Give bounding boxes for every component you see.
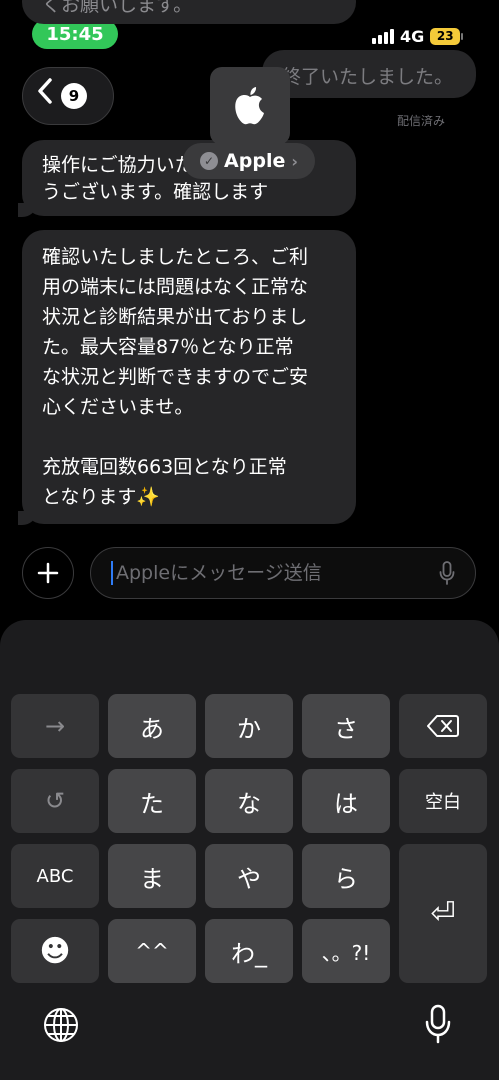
message-partial-text: くお願いします。 — [42, 0, 193, 16]
battery-level: 23 — [436, 29, 454, 43]
key-ha[interactable]: は — [302, 769, 390, 833]
key-abc[interactable]: ABC — [11, 844, 99, 908]
key-undo[interactable]: ↺ — [11, 769, 99, 833]
network-type: 4G — [400, 26, 425, 46]
key-next-kana[interactable]: → — [11, 694, 99, 758]
contact-name: Apple — [224, 150, 286, 172]
message-line: 心くださいませ。 — [42, 396, 194, 418]
chevron-left-icon — [37, 78, 53, 110]
message-line-blank — [42, 422, 336, 452]
key-sa[interactable]: さ — [302, 694, 390, 758]
message-outgoing: 終了いたしました。 — [262, 50, 476, 98]
key-space[interactable]: 空白 — [399, 769, 487, 833]
key-return[interactable]: ⏎ — [399, 844, 487, 983]
contact-avatar[interactable] — [210, 67, 290, 145]
backspace-icon — [427, 715, 459, 737]
mic-icon[interactable] — [439, 561, 455, 585]
key-ka[interactable]: か — [205, 694, 293, 758]
message-incoming-2: 確認いたしましたところ、ご利 用の端末には問題はなく正常な 状況と診断結果が出て… — [18, 230, 356, 525]
message-line: 状況と診断結果が出ておりまし — [42, 306, 308, 328]
key-backspace[interactable] — [399, 694, 487, 758]
key-ya[interactable]: や — [205, 844, 293, 908]
key-a[interactable]: あ — [108, 694, 196, 758]
key-emoji[interactable]: ☻ — [11, 919, 99, 983]
unread-badge: 9 — [61, 83, 87, 109]
key-punctuation[interactable]: 、。?! — [302, 919, 390, 983]
message-line: 用の端末には問題はなく正常な — [42, 276, 309, 298]
key-wa[interactable]: わ_ — [205, 919, 293, 983]
message-line: 確認いたしましたところ、ご利 — [42, 246, 309, 268]
key-na[interactable]: な — [205, 769, 293, 833]
signal-icon — [372, 28, 394, 44]
chevron-right-icon: › — [291, 151, 298, 171]
add-attachment-button[interactable] — [22, 547, 74, 599]
globe-icon[interactable] — [42, 1006, 80, 1044]
message-line: な状況と判断できますのでご安 — [42, 366, 309, 388]
message-line: 充放電回数663回となり正常 — [42, 456, 287, 478]
contact-name-button[interactable]: ✓ Apple › — [183, 143, 315, 179]
message-input[interactable] — [114, 561, 439, 585]
status-indicators: 4G 23 — [372, 25, 464, 47]
key-ra[interactable]: ら — [302, 844, 390, 908]
message-line: となります✨ — [42, 486, 161, 508]
key-kaomoji[interactable]: ^^ — [108, 919, 196, 983]
dictation-mic-icon[interactable] — [424, 1004, 452, 1044]
verified-check-icon: ✓ — [200, 152, 219, 170]
message-line: うございます。確認します — [42, 181, 269, 203]
message-line: た。最大容量87％となり正常 — [42, 336, 294, 358]
apple-logo-icon — [235, 87, 264, 125]
key-ma[interactable]: ま — [108, 844, 196, 908]
text-caret — [111, 561, 113, 585]
battery-icon: 23 — [430, 27, 464, 45]
back-button[interactable]: 9 — [22, 67, 114, 125]
message-input-field[interactable] — [90, 547, 476, 599]
delivered-status: 配信済み — [397, 114, 446, 128]
plus-icon — [37, 562, 59, 584]
message-outgoing-text: 終了いたしました。 — [282, 66, 454, 88]
message-partial: くお願いします。 — [22, 0, 356, 24]
key-ta[interactable]: た — [108, 769, 196, 833]
